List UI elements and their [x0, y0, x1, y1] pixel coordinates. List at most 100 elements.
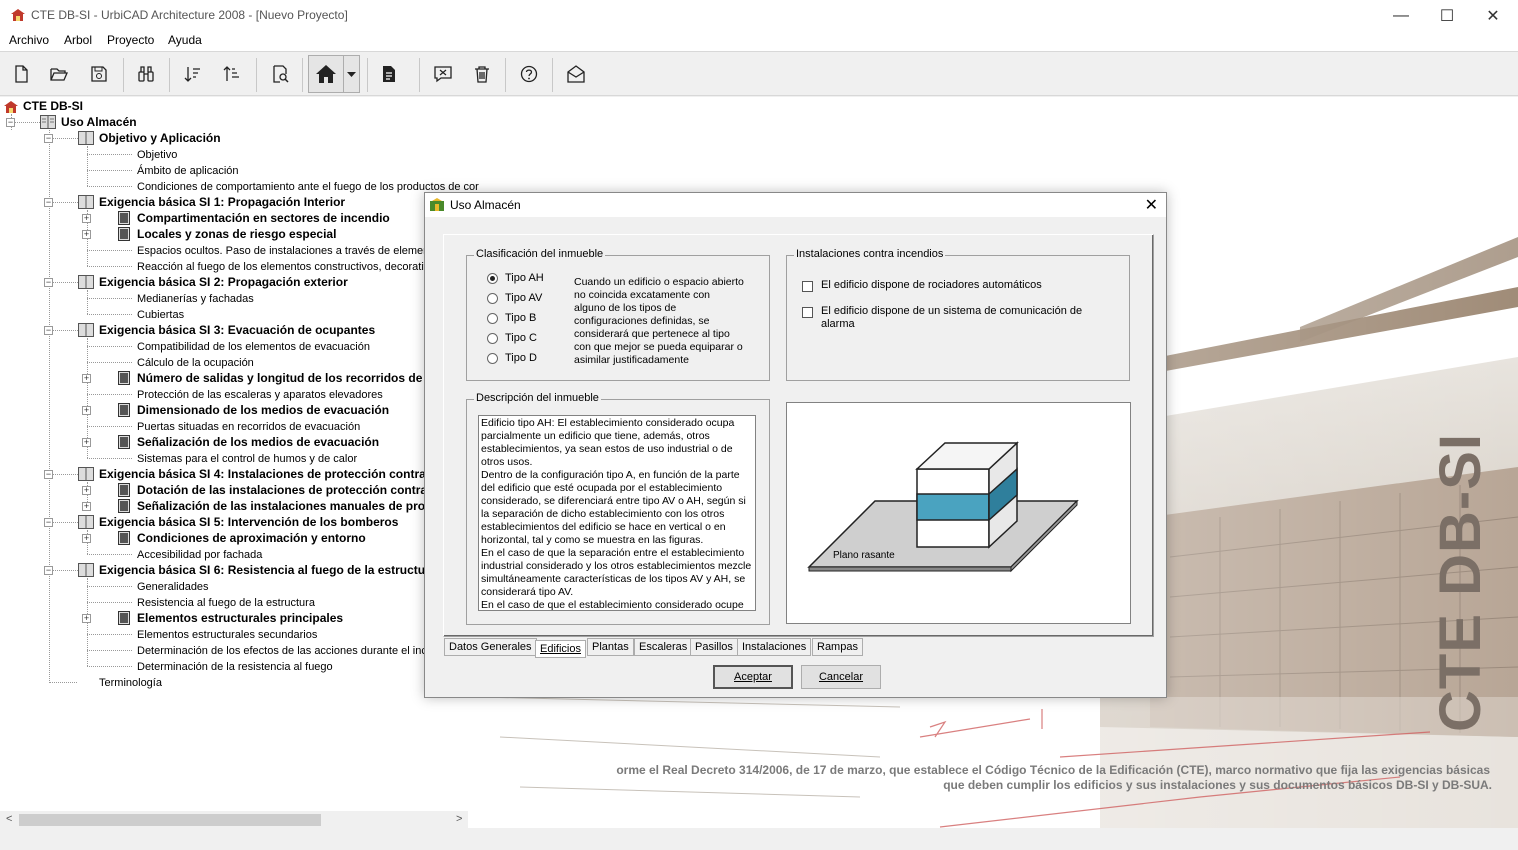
scroll-thumb[interactable]	[19, 814, 321, 826]
tab-instalaciones[interactable]: Instalaciones	[737, 638, 812, 656]
new-file-button[interactable]	[9, 63, 33, 85]
expand-toggle[interactable]: +	[82, 502, 91, 511]
menu-proyecto[interactable]: Proyecto	[107, 33, 154, 47]
checkbox-alarma[interactable]: El edificio dispone de un sistema de com…	[802, 305, 1102, 331]
collapse-toggle[interactable]: −	[44, 566, 53, 575]
tree-leaf[interactable]: Generalidades	[137, 580, 209, 594]
tree-leaf[interactable]: Cálculo de la ocupación	[137, 356, 254, 370]
chevron-down-icon[interactable]	[347, 72, 356, 78]
radio-tipo-c[interactable]: Tipo C	[487, 332, 537, 344]
expand-toggle[interactable]: +	[82, 486, 91, 495]
tab-plantas[interactable]: Plantas	[587, 638, 634, 656]
checkbox-label: El edificio dispone de rociadores automá…	[821, 279, 1042, 291]
menu-bar: Archivo Arbol Proyecto Ayuda	[0, 31, 1518, 51]
tree-leaf[interactable]: Puertas situadas en recorridos de evacua…	[137, 420, 360, 434]
tree-leaf[interactable]: Accesibilidad por fachada	[137, 548, 262, 562]
tab-pasillos[interactable]: Pasillos	[690, 638, 738, 656]
tree-node-uso-almacen[interactable]: Uso Almacén	[61, 115, 137, 129]
expand-toggle[interactable]: +	[82, 406, 91, 415]
maximize-button[interactable]: ☐	[1424, 0, 1470, 31]
sort-asc-button[interactable]	[181, 63, 205, 85]
tree-node[interactable]: Locales y zonas de riesgo especial	[137, 227, 336, 241]
scroll-left-icon[interactable]: <	[6, 813, 12, 825]
delete-button[interactable]	[470, 63, 494, 85]
tree-leaf[interactable]: Reacción al fuego de los elementos const…	[137, 260, 429, 274]
book-icon	[78, 275, 94, 289]
tree-node[interactable]: Exigencia básica SI 4: Instalaciones de …	[99, 467, 426, 481]
tree-node[interactable]: Señalización de las instalaciones manual…	[137, 499, 429, 513]
mail-button[interactable]	[564, 63, 588, 85]
cancel-button[interactable]: Cancelar	[801, 665, 881, 689]
open-button[interactable]	[47, 63, 71, 85]
tree-node[interactable]: Exigencia básica SI 3: Evacuación de ocu…	[99, 323, 375, 337]
tree-node[interactable]: Compartimentación en sectores de incendi…	[137, 211, 390, 225]
tree-leaf[interactable]: Determinación de la resistencia al fuego	[137, 660, 333, 674]
collapse-toggle[interactable]: −	[44, 278, 53, 287]
collapse-toggle[interactable]: −	[44, 326, 53, 335]
tree-node[interactable]: Exigencia básica SI 1: Propagación Inter…	[99, 195, 345, 209]
tree-leaf[interactable]: Resistencia al fuego de la estructura	[137, 596, 315, 610]
brand-vertical: CTE DB-SI	[1422, 433, 1493, 732]
descripcion-textarea[interactable]: Edificio tipo AH: El establecimiento con…	[478, 415, 756, 611]
tree-node[interactable]: Objetivo y Aplicación	[99, 131, 221, 145]
expand-toggle[interactable]: +	[82, 214, 91, 223]
tree-root[interactable]: CTE DB-SI	[23, 99, 83, 113]
preview-button[interactable]	[268, 63, 292, 85]
tree-node[interactable]: Condiciones de aproximación y entorno	[137, 531, 366, 545]
expand-toggle[interactable]: +	[82, 230, 91, 239]
find-button[interactable]	[134, 63, 158, 85]
tree-leaf[interactable]: Protección de las escaleras y aparatos e…	[137, 388, 383, 402]
scroll-right-icon[interactable]: >	[456, 813, 462, 825]
expand-toggle[interactable]: +	[82, 374, 91, 383]
comment-button[interactable]	[431, 63, 455, 85]
sort-desc-button[interactable]	[220, 63, 244, 85]
radio-tipo-av[interactable]: Tipo AV	[487, 292, 542, 304]
tree-node[interactable]: Señalización de los medios de evacuación	[137, 435, 379, 449]
tree-node[interactable]: Número de salidas y longitud de los reco…	[137, 371, 432, 385]
checkbox-rociadores[interactable]: El edificio dispone de rociadores automá…	[802, 279, 1102, 292]
tree-node[interactable]: Dimensionado de los medios de evacuación	[137, 403, 389, 417]
close-button[interactable]: ✕	[1470, 0, 1516, 31]
tab-escaleras[interactable]: Escaleras	[634, 638, 693, 656]
tab-datos-generales[interactable]: Datos Generales	[444, 638, 537, 656]
tab-edificios[interactable]: Edificios	[535, 640, 586, 658]
tree-node[interactable]: Dotación de las instalaciones de protecc…	[137, 483, 427, 497]
collapse-toggle[interactable]: −	[6, 118, 15, 127]
minimize-button[interactable]: —	[1378, 0, 1424, 31]
tree-leaf[interactable]: Medianerías y fachadas	[137, 292, 254, 306]
radio-tipo-ah[interactable]: Tipo AH	[487, 272, 544, 284]
dialog-close-icon[interactable]: ✕	[1145, 195, 1158, 215]
radio-tipo-d[interactable]: Tipo D	[487, 352, 537, 364]
tree-leaf[interactable]: Objetivo	[137, 148, 177, 162]
expand-toggle[interactable]: +	[82, 534, 91, 543]
tree-node[interactable]: Exigencia básica SI 2: Propagación exter…	[99, 275, 348, 289]
help-button[interactable]	[517, 63, 541, 85]
menu-ayuda[interactable]: Ayuda	[168, 33, 202, 47]
tree-node[interactable]: Exigencia básica SI 6: Resistencia al fu…	[99, 563, 425, 577]
horizontal-scrollbar[interactable]: < >	[0, 811, 468, 828]
tree-node[interactable]: Elementos estructurales principales	[137, 611, 343, 625]
tree-leaf[interactable]: Cubiertas	[137, 308, 184, 322]
menu-archivo[interactable]: Archivo	[9, 33, 49, 47]
radio-tipo-b[interactable]: Tipo B	[487, 312, 536, 324]
tab-rampas[interactable]: Rampas	[812, 638, 863, 656]
collapse-toggle[interactable]: −	[44, 198, 53, 207]
home-button[interactable]	[308, 55, 360, 93]
tree-leaf[interactable]: Compatibilidad de los elementos de evacu…	[137, 340, 370, 354]
tree-leaf[interactable]: Espacios ocultos. Paso de instalaciones …	[137, 244, 438, 258]
menu-arbol[interactable]: Arbol	[64, 33, 92, 47]
report-button[interactable]	[377, 63, 401, 85]
accept-button[interactable]: Aceptar	[713, 665, 793, 689]
collapse-toggle[interactable]: −	[44, 518, 53, 527]
save-button[interactable]	[87, 63, 111, 85]
tree-node[interactable]: Exigencia básica SI 5: Intervención de l…	[99, 515, 398, 529]
tree-leaf[interactable]: Elementos estructurales secundarios	[137, 628, 317, 642]
expand-toggle[interactable]: +	[82, 438, 91, 447]
tree-leaf[interactable]: Determinación de los efectos de las acci…	[137, 644, 433, 658]
collapse-toggle[interactable]: −	[44, 134, 53, 143]
expand-toggle[interactable]: +	[82, 614, 91, 623]
tree-leaf[interactable]: Sistemas para el control de humos y de c…	[137, 452, 357, 466]
tree-leaf[interactable]: Ámbito de aplicación	[137, 164, 239, 178]
collapse-toggle[interactable]: −	[44, 470, 53, 479]
tree-leaf-terminologia[interactable]: Terminología	[99, 676, 162, 690]
